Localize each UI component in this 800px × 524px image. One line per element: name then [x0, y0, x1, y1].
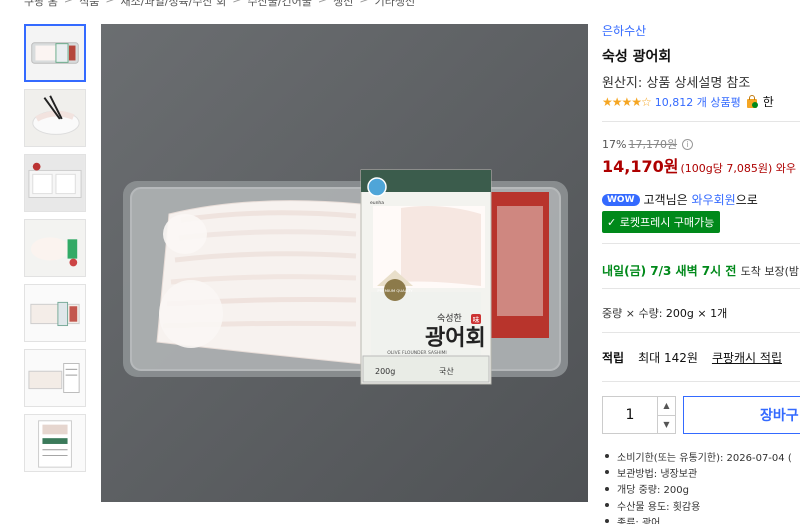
shopping-bag-icon [745, 94, 759, 109]
rating-row: ★★★★☆ 10,812 개 상품평 한 [602, 93, 774, 110]
divider [602, 243, 800, 244]
coupang-cash-link[interactable]: 쿠팡캐시 적립 [712, 349, 782, 366]
delivery-guarantee: 도착 보장(밤 [740, 265, 799, 278]
breadcrumb-item-other-fish[interactable]: 기타생선 [375, 0, 415, 9]
unit-price: (100g당 7,085원) 와우 [680, 162, 796, 175]
info-icon[interactable]: i [682, 138, 694, 150]
thumbnail-7[interactable] [24, 414, 86, 472]
wow-suffix: 으로 [735, 193, 758, 207]
product-title: 숙성 광어회 [602, 49, 672, 65]
breadcrumb-item-fish[interactable]: 생선 [333, 0, 353, 9]
package-product-name: 광어회 [425, 326, 486, 351]
package-english-name: OLIVE FLOUNDER SASHIMI [387, 350, 447, 356]
delivery-info: 내일(금) 7/3 새벽 7시 전 도착 보장(밤 [602, 262, 799, 279]
detail-item: 보관방법: 냉장보관 [602, 464, 792, 480]
points-label: 적립 [602, 351, 625, 365]
rocket-fresh-badge: ✓ 로켓프레시 구매가능 [602, 211, 721, 233]
points-row: 적립 최대 142원 쿠팡캐시 적립 [602, 349, 782, 366]
breadcrumb-separator: > [64, 0, 73, 9]
thumbnail-list [24, 24, 88, 479]
wow-prefix: 고객님은 [643, 193, 688, 207]
quantity-decrease-button[interactable]: ▼ [658, 416, 675, 434]
delivery-date: 내일(금) 7/3 새벽 7시 전 [602, 264, 737, 278]
add-to-cart-button[interactable]: 장바구 [683, 396, 800, 434]
breadcrumb-item-food[interactable]: 식품 [79, 0, 99, 9]
points-max: 최대 142원 [638, 351, 698, 365]
review-count-link[interactable]: 10,812 개 상품평 [655, 94, 741, 110]
thumbnail-3[interactable] [24, 154, 86, 212]
option-value: 200g × 1개 [665, 307, 728, 320]
package-flag: 味 [473, 315, 480, 324]
quantity-increase-button[interactable]: ▲ [658, 397, 675, 416]
divider [602, 288, 800, 289]
price-row: 14,170원 (100g당 7,085원) 와우 [602, 153, 796, 177]
breadcrumb-item-home[interactable]: 쿠팡 홈 [24, 0, 58, 9]
brand-link[interactable]: 은하수산 [602, 22, 646, 39]
product-origin: 원산지: 상품 상세설명 참조 [602, 76, 751, 91]
breadcrumb-item-seafood[interactable]: 수산물/건어물 [247, 0, 311, 9]
thumbnail-4[interactable] [24, 219, 86, 277]
package-brand-text: eunha [370, 200, 384, 206]
thumbnail-6[interactable] [24, 349, 86, 407]
package-weight: 200g [375, 367, 395, 376]
breadcrumb-separator: > [105, 0, 114, 9]
quantity-buttons: ▲ ▼ [657, 397, 675, 433]
product-details-list: 소비기한(또는 유통기한): 2026-07-04 ( 보관방법: 냉장보관 개… [602, 448, 792, 524]
wow-membership-row: WOW 고객님은 와우회원 으로 [602, 191, 758, 208]
detail-item: 개당 중량: 200g [602, 481, 792, 497]
breadcrumb: 쿠팡 홈 > 식품 > 채소/과일/정육/수산 회 > 수산물/건어물 > 생선 > 기타… [24, 0, 415, 9]
breadcrumb-item-fresh[interactable]: 채소/과일/정육/수산 회 [121, 0, 227, 9]
discount-row: 17% 17,170원 i [602, 136, 694, 152]
rating-extra-text: 한 [762, 95, 774, 109]
product-info-panel: 은하수산 숙성 광어회 원산지: 상품 상세설명 참조 ★★★★☆ 10,812… [602, 0, 800, 524]
original-price: 17,170원 [628, 138, 678, 151]
thumbnail-2[interactable] [24, 89, 86, 147]
rating-stars: ★★★★☆ [602, 94, 652, 109]
premium-quality-seal: PREMIUM QUALITY [377, 288, 413, 293]
divider [602, 121, 800, 122]
sale-price: 14,170원 [602, 157, 679, 176]
breadcrumb-separator: > [318, 0, 327, 9]
detail-item: 수산물 용도: 횟감용 [602, 497, 792, 513]
detail-item: 소비기한(또는 유통기한): 2026-07-04 ( [602, 448, 792, 464]
package-small-text: 숙성한 [437, 313, 462, 324]
wow-member-text: 와우회원 [691, 193, 736, 207]
package-origin-mark: 국산 [439, 366, 454, 376]
breadcrumb-separator: > [232, 0, 241, 9]
option-label: 중량 × 수량: [602, 307, 663, 320]
divider [602, 381, 800, 382]
option-selector[interactable]: 중량 × 수량: 200g × 1개 [602, 305, 727, 321]
divider [602, 332, 800, 333]
quantity-value[interactable]: 1 [603, 397, 657, 433]
discount-rate: 17% [602, 137, 627, 151]
quantity-stepper[interactable]: 1 ▲ ▼ [602, 396, 676, 434]
thumbnail-1[interactable] [24, 24, 86, 82]
breadcrumb-separator: > [359, 0, 368, 9]
wow-badge: WOW [602, 193, 640, 206]
thumbnail-5[interactable] [24, 284, 86, 342]
detail-item: 종류: 광어 [602, 513, 792, 524]
main-product-image[interactable]: eunha PREMIUM QUALITY 숙성한 味 광어회 OLIVE FL… [101, 24, 588, 502]
